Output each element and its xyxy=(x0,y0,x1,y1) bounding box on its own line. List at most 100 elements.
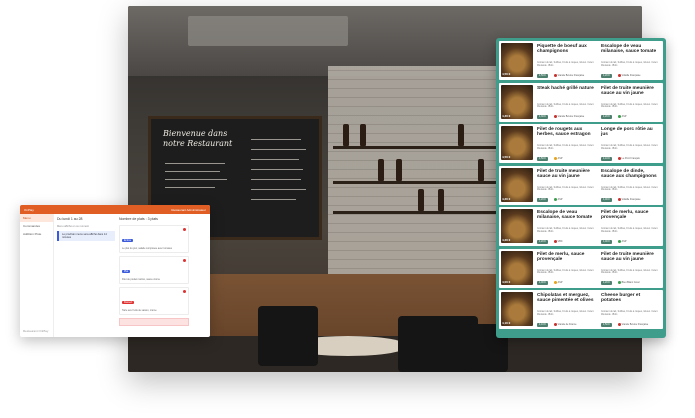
price-badge: 4,30 € xyxy=(537,115,548,119)
account-label[interactable]: Restaurant Administrateur xyxy=(171,208,206,212)
origin-label: Viande Bovine Française xyxy=(617,322,649,327)
origin-text: Viande de France xyxy=(557,323,577,327)
period-subtitle: Menu affiché en ce moment xyxy=(57,225,89,228)
photo-price: 4,20 € xyxy=(502,238,511,242)
photo-price: 4,10 € xyxy=(502,321,511,325)
chalkboard-heading: Bienvenue dans notre Restaurant xyxy=(163,129,233,148)
delete-icon[interactable] xyxy=(183,290,186,293)
dish-title: Filet de merlu, sauce provençale xyxy=(601,210,649,221)
dish-title: Chipolatas et merguez, sauce pimentée et… xyxy=(537,293,594,304)
origin-label: Viande Bovine Française xyxy=(553,73,584,77)
dish-card[interactable]: Dessert Tarte aux fruits de saison, crèm… xyxy=(119,287,189,315)
price-badge: 4,20 € xyxy=(601,115,612,119)
dish-footer: 4,50 € Viande Bovine Française xyxy=(537,73,595,78)
dish-allergens: Contient du lait, Sulfites, Fruits à coq… xyxy=(537,186,595,192)
origin-text: Viande Bovine Française xyxy=(621,323,649,327)
origin-label: Volaille Française xyxy=(617,198,641,202)
dish-footer: 4,20 € Volaille Française xyxy=(601,73,659,78)
info-note: Le prochain menu sera affiché dans 14 mi… xyxy=(57,231,115,241)
sidebar-item-addition[interactable]: Addition Piste xyxy=(20,230,53,238)
dish-photo: 4,20 € xyxy=(501,209,533,243)
sidebar-footer: Restaurant OnPlay xyxy=(23,329,49,333)
price-badge: 4,20 € xyxy=(601,281,612,285)
origin-label: ASP xyxy=(553,198,563,202)
origin-icon xyxy=(617,281,621,285)
dish-footer: 4,20 € Bleu Blanc Cœur xyxy=(601,281,659,286)
origin-icon xyxy=(553,115,557,119)
origin-text: ASP xyxy=(557,157,563,161)
dish-allergens: Contient du lait, Sulfites, Fruits à coq… xyxy=(601,186,659,192)
price-badge: 4,50 € xyxy=(537,73,548,78)
dish-allergens: Contient du lait, Sulfites, Fruits à coq… xyxy=(601,311,659,316)
dish-title: Filet de truite meunière sauce au vin ja… xyxy=(601,85,654,96)
admin-sidebar: Menu Commandes Addition Piste Restaurant… xyxy=(20,214,54,337)
dish-footer: 4,50 € Viande Bovine Française xyxy=(601,322,659,327)
origin-label: ASP xyxy=(617,115,627,119)
origin-icon xyxy=(553,239,557,243)
dish-text: Filet de poulet mariné, sauce crème xyxy=(122,278,161,281)
origin-label: Viande Bovine Française xyxy=(553,115,585,119)
origin-text: ASP xyxy=(557,198,563,202)
dishes-title: Nombre de plats : 3 plats xyxy=(119,217,158,221)
dish-title: Piquette de boeuf aux champignons xyxy=(537,44,587,55)
dish-footer: 4,50 € ASP xyxy=(537,156,595,161)
origin-text: Le Porc Français xyxy=(621,157,640,161)
origin-icon xyxy=(617,115,621,119)
origin-text: Viande Bovine Française xyxy=(557,115,585,119)
dish-photo: 4,20 € xyxy=(501,167,533,202)
menu-row: 4,50 € Filet de rougets aux herbes, sauce… xyxy=(499,124,663,163)
menu-row: 4,20 € Escalope de veau milanaise, sauce … xyxy=(499,207,663,246)
menu-row: 4,30 € Steak haché grillé nature Contient … xyxy=(499,82,663,122)
dish-allergens: Contient du lait, Sulfites, Fruits à coq… xyxy=(601,228,659,233)
current-menu-column: Du lundi 1 au 28 Menu affiché en ce mome… xyxy=(57,217,115,241)
dish-card[interactable]: Entrée Le plat du jour, salade composée … xyxy=(119,225,189,253)
origin-text: VBC xyxy=(557,240,563,244)
origin-icon xyxy=(553,322,557,326)
photo-price: 4,50 € xyxy=(502,155,511,159)
dish-footer: 4,20 € ASP xyxy=(537,198,595,203)
origin-label: ASP xyxy=(553,281,563,285)
dish-tag: Entrée xyxy=(122,239,134,242)
app-name: OnPlay xyxy=(24,207,34,212)
photo-price: 4,50 € xyxy=(502,72,511,76)
origin-icon xyxy=(617,198,621,202)
origin-icon xyxy=(617,239,621,243)
digital-menu-screen: 4,50 € Piquette de boeuf aux champignons C… xyxy=(496,38,666,338)
alert-row xyxy=(119,318,189,326)
origin-label: Le Porc Français xyxy=(617,156,640,161)
origin-icon xyxy=(553,281,557,285)
dish-title: Filet de truite meunière sauce au vin ja… xyxy=(537,168,590,179)
price-badge: 4,10 € xyxy=(601,156,612,161)
dish-footer: 4,00 € ASP xyxy=(601,239,659,244)
origin-text: Volaille Française xyxy=(621,198,641,202)
photo-price: 4,00 € xyxy=(502,279,511,284)
dish-card[interactable]: Plat Filet de poulet mariné, sauce crème xyxy=(119,256,189,284)
dish-footer: 4,20 € ASP xyxy=(601,115,659,120)
origin-text: ASP xyxy=(557,281,563,285)
dish-footer: 4,30 € Viande Bovine Française xyxy=(537,115,595,120)
origin-label: VBC xyxy=(553,239,563,244)
dish-allergens: Contient du lait, Sulfites, Fruits à coq… xyxy=(601,145,659,150)
price-badge: 4,50 € xyxy=(537,156,548,161)
origin-icon xyxy=(553,156,557,160)
origin-text: ASP xyxy=(621,115,627,119)
origin-text: Bleu Blanc Cœur xyxy=(621,281,640,285)
price-badge: 4,20 € xyxy=(601,73,612,78)
dish-photo: 4,30 € xyxy=(501,84,533,119)
delete-icon[interactable] xyxy=(183,259,186,262)
sidebar-item-orders[interactable]: Commandes xyxy=(20,222,53,230)
origin-label: ASP xyxy=(617,239,627,244)
sidebar-item-menu[interactable]: Menu xyxy=(20,214,53,222)
dish-title: Cheese burger et potatoes xyxy=(601,293,641,304)
origin-text: ASP xyxy=(621,240,627,244)
menu-row: 4,10 € Chipolatas et merguez, sauce pimen… xyxy=(499,290,663,329)
dish-title: Filet de truite meunière sauce au vin ja… xyxy=(601,251,654,262)
price-badge: 4,10 € xyxy=(537,322,548,327)
price-badge: 4,50 € xyxy=(601,322,612,327)
dish-title: Steak haché grillé nature xyxy=(537,85,594,91)
dish-text: Tarte aux fruits de saison, crème xyxy=(122,309,157,312)
dish-allergens: Contient du lait, Sulfites, Fruits à coq… xyxy=(601,62,659,67)
admin-topbar: OnPlay Restaurant Administrateur xyxy=(20,205,210,214)
dish-allergens: Contient du lait, Sulfites, Fruits à coq… xyxy=(601,103,659,109)
delete-icon[interactable] xyxy=(183,228,186,231)
